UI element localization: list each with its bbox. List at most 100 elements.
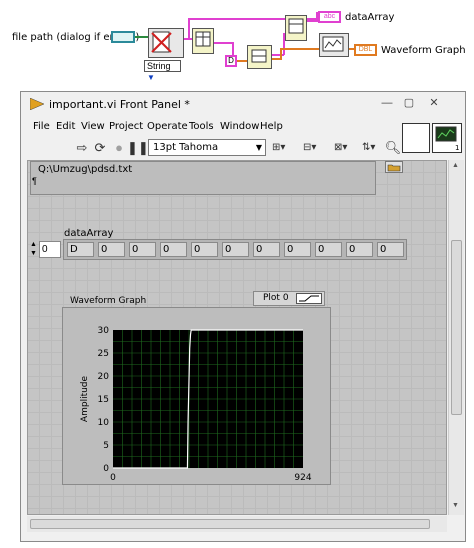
array-cell[interactable]: 0 (346, 242, 373, 257)
index-array-node[interactable] (285, 15, 307, 41)
array-cell[interactable]: 0 (315, 242, 342, 257)
y-tick-label: 10 (98, 418, 110, 428)
build-waveform-node[interactable] (319, 33, 349, 57)
array-cell[interactable]: 0 (377, 242, 404, 257)
y-tick-label: 5 (103, 441, 109, 451)
plot-legend-label: Plot 0 (263, 293, 289, 303)
menu-window[interactable]: Window (220, 121, 259, 132)
array-cell[interactable]: 0 (284, 242, 311, 257)
abort-icon[interactable]: ● (110, 139, 128, 157)
data-array-label-fp: dataArray (64, 228, 114, 239)
array-cell[interactable]: 0 (222, 242, 249, 257)
waveform-plot[interactable]: 0510152025300924TimeAmplitude (63, 308, 330, 496)
file-dialog-node[interactable] (148, 28, 184, 58)
string-type-constant[interactable]: String ▼ (144, 60, 181, 82)
array-cell[interactable]: D (67, 242, 94, 257)
array-cell[interactable]: 0 (98, 242, 125, 257)
menu-operate[interactable]: Operate (147, 121, 188, 132)
menu-bar: File Edit View Project Operate Tools Win… (21, 119, 465, 136)
distribute-icon[interactable]: ⊟▾ (303, 139, 316, 157)
file-path-value: Q:\Umzug\pdsd.txt (38, 164, 133, 175)
front-panel: Q:\Umzug\pdsd.txt ¶ dataArray ▲ ▼ 0 D 0 0… (27, 160, 447, 515)
pause-icon[interactable]: ❚❚ (127, 139, 149, 157)
array-index-control[interactable]: ▲ ▼ 0 (30, 240, 61, 259)
close-button[interactable]: ✕ (421, 95, 447, 112)
menu-project[interactable]: Project (109, 121, 143, 132)
string-type-label: String (147, 61, 171, 71)
convert-node[interactable] (247, 45, 272, 69)
array-index-value: 0 (42, 244, 48, 255)
plot-line-swatch (296, 293, 322, 304)
vertical-scroll-thumb[interactable] (451, 240, 462, 415)
horizontal-scroll-thumb[interactable] (30, 519, 430, 529)
data-array-tag: abc (323, 13, 336, 20)
vi-graph-icon: 1 (435, 126, 459, 152)
run-arrow-icon[interactable]: ⇨ (73, 139, 91, 157)
folder-icon (387, 164, 401, 172)
data-array-terminal[interactable]: abc (318, 11, 341, 23)
y-tick-label: 25 (98, 349, 109, 359)
horizontal-scrollbar[interactable] (27, 516, 447, 532)
array-cell[interactable]: 0 (253, 242, 280, 257)
graph-title: Waveform Graph (70, 296, 147, 306)
resize-icon[interactable]: ⊠▾ (334, 139, 347, 157)
vertical-scrollbar[interactable]: ▲ ▼ (448, 160, 464, 515)
search-icon[interactable]: 🔍︎ (384, 139, 402, 157)
waveform-graph-terminal[interactable]: DBL (354, 44, 377, 56)
scroll-up-icon[interactable]: ▲ (452, 162, 459, 169)
run-continuously-icon[interactable]: ⟳ (91, 139, 109, 157)
svg-text:1: 1 (455, 144, 459, 152)
menu-tools[interactable]: Tools (189, 121, 214, 132)
scroll-down-icon[interactable]: ▼ (452, 502, 459, 509)
x-tick-label: 0 (110, 473, 116, 483)
vi-icon[interactable]: 1 (432, 123, 462, 153)
minimize-button[interactable]: — (376, 95, 398, 112)
plot-legend[interactable]: Plot 0 (253, 291, 325, 306)
window-title: important.vi Front Panel * (49, 98, 190, 111)
align-icon[interactable]: ⊞▾ (272, 139, 285, 157)
menu-view[interactable]: View (81, 121, 105, 132)
font-select[interactable]: 13pt Tahoma ▼ (148, 139, 266, 156)
dropdown-arrow-icon: ▼ (255, 143, 262, 152)
block-diagram: file path (dialog if empty) String ▼ D a… (0, 0, 474, 90)
y-axis-label: Amplitude (80, 375, 90, 422)
data-array-label: dataArray (345, 12, 395, 23)
menu-help[interactable]: Help (260, 121, 283, 132)
menu-file[interactable]: File (33, 121, 50, 132)
data-array-frame: D 0 0 0 0 0 0 0 0 0 0 (63, 239, 407, 260)
read-file-icon (151, 31, 172, 53)
y-tick-label: 30 (98, 326, 110, 336)
array-cell[interactable]: 0 (191, 242, 218, 257)
labview-arrow-icon (30, 98, 44, 110)
waveform-icon (322, 36, 344, 52)
connector-pane[interactable] (402, 123, 430, 153)
path-terminal[interactable] (111, 31, 135, 43)
path-type-icon: ¶ (32, 176, 37, 186)
maximize-button[interactable]: ▢ (398, 95, 420, 112)
array-cell[interactable]: 0 (129, 242, 156, 257)
waveform-graph-tag: DBL (358, 46, 373, 53)
spreadsheet-string-node[interactable] (192, 28, 214, 54)
front-panel-window: important.vi Front Panel * — ▢ ✕ File Ed… (20, 91, 466, 542)
menu-edit[interactable]: Edit (56, 121, 75, 132)
constant-d-label: D (228, 56, 234, 65)
y-tick-label: 0 (103, 464, 109, 474)
y-tick-label: 15 (98, 395, 109, 405)
convert-icon (251, 49, 267, 63)
reorder-icon[interactable]: ⇅▾ (362, 139, 375, 157)
spreadsheet-icon (195, 31, 211, 47)
x-tick-label: 924 (294, 473, 311, 483)
y-tick-label: 20 (98, 372, 110, 382)
waveform-graph-label: Waveform Graph (381, 45, 466, 56)
file-path-control[interactable]: Q:\Umzug\pdsd.txt ¶ (30, 161, 376, 195)
dropdown-arrow-icon: ▼ (147, 73, 155, 82)
index-stepper-icon[interactable]: ▲ ▼ (30, 240, 37, 258)
array-cell[interactable]: 0 (160, 242, 187, 257)
waveform-graph: 0510152025300924TimeAmplitude (62, 307, 331, 496)
font-select-value: 13pt Tahoma (153, 142, 219, 153)
constant-d[interactable]: D (225, 55, 237, 67)
browse-button[interactable] (385, 161, 403, 173)
index-array-icon (288, 18, 304, 34)
title-bar[interactable]: important.vi Front Panel * — ▢ ✕ (21, 92, 465, 118)
toolbar: ⇨ ⟳ ● ❚❚ 13pt Tahoma ▼ ⊞▾ ⊟▾ ⊠▾ ⇅▾ 🔍︎ ? (21, 137, 465, 159)
